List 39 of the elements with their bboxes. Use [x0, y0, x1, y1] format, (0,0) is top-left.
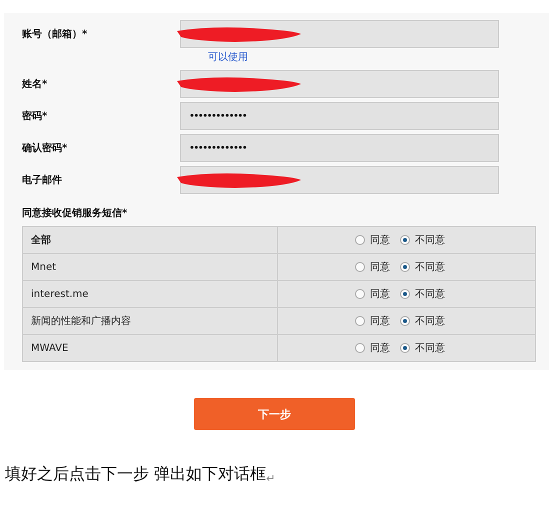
radio-button[interactable] [400, 316, 410, 326]
radio-label: 同意 [370, 260, 390, 274]
radio-label: 同意 [370, 288, 390, 301]
radio-button[interactable] [400, 289, 410, 299]
radio-label: 同意 [370, 314, 390, 328]
password-field[interactable]: ••••••••••••• [180, 102, 499, 130]
radio-label: 不同意 [415, 314, 445, 328]
paragraph-mark: ↵ [266, 472, 276, 485]
caption-text: 填好之后点击下一步 弹出如下对话框 [5, 464, 266, 485]
field-label: 确认密码* [20, 142, 68, 155]
radio-button[interactable] [400, 343, 410, 353]
radio-button[interactable] [355, 235, 365, 245]
radio-button[interactable] [355, 262, 365, 272]
field-label: 密码* [21, 110, 48, 123]
password-field[interactable]: ••••••••••••• [180, 134, 499, 162]
radio-button[interactable] [355, 343, 365, 353]
radio-button[interactable] [355, 289, 365, 299]
radio-button[interactable] [400, 262, 410, 272]
table-cell: 全部 [22, 226, 278, 254]
radio-label: 同意 [370, 342, 390, 355]
availability-hint: 可以使用 [208, 50, 249, 64]
radio-label: 同意 [370, 234, 390, 247]
input-field[interactable] [180, 166, 499, 194]
radio-label: 不同意 [415, 342, 445, 355]
field-label: 电子邮件 [21, 174, 63, 187]
table-cell: 新闻的性能和广播内容 [22, 308, 278, 334]
radio-button[interactable] [400, 235, 410, 245]
table-cell: MWAVE [22, 334, 278, 362]
radio-label: 不同意 [415, 260, 445, 274]
radio-label: 不同意 [415, 234, 445, 247]
table-cell: Mnet [22, 254, 278, 280]
radio-button[interactable] [355, 316, 365, 326]
table-cell: interest.me [22, 280, 278, 308]
field-label: 账号（邮箱）* [21, 28, 88, 41]
input-field[interactable] [180, 20, 499, 48]
section-label: 同意接收促销服务短信* [22, 206, 128, 220]
field-label: 姓名* [20, 78, 48, 91]
radio-label: 不同意 [415, 288, 445, 301]
input-field[interactable] [180, 70, 499, 98]
